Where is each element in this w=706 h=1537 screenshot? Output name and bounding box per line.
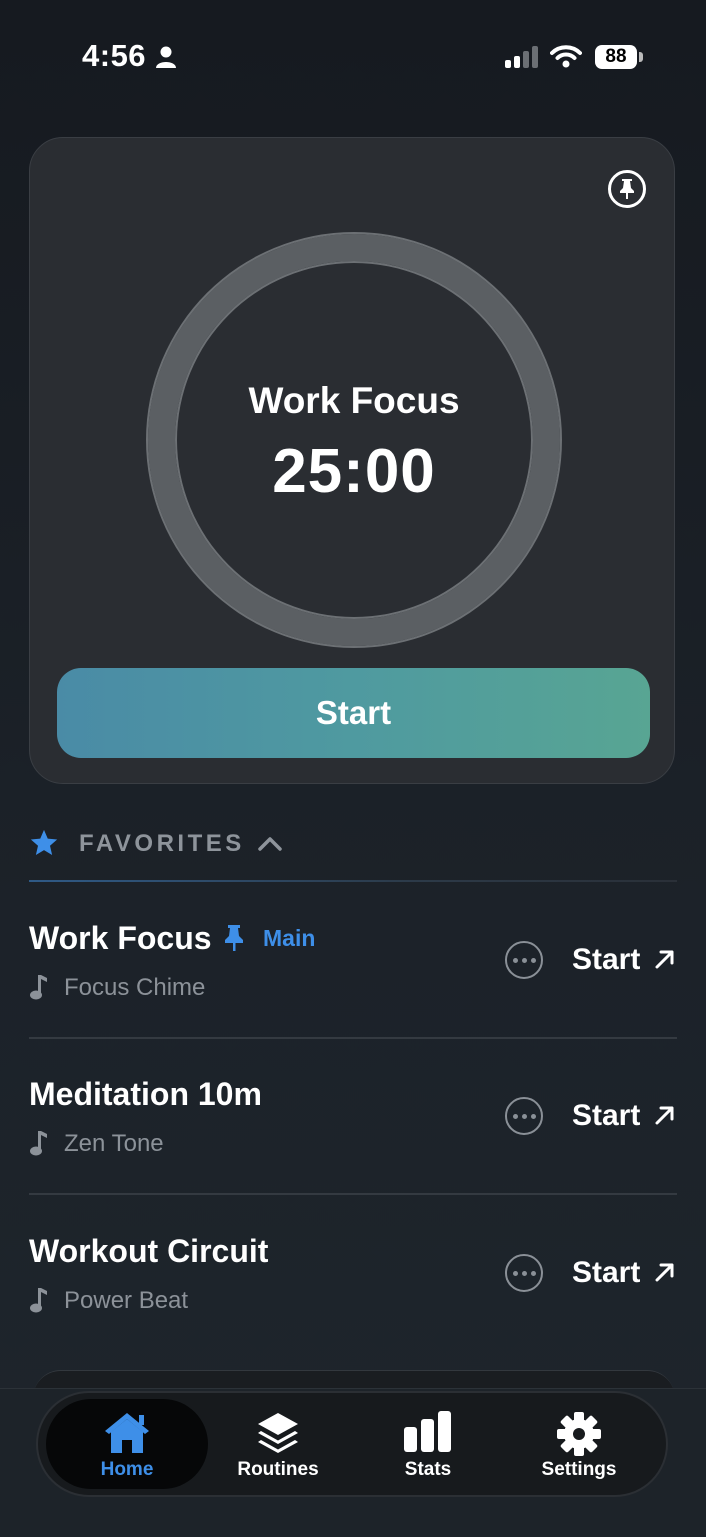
favorite-title: Meditation 10m [29, 1076, 262, 1112]
wifi-icon [550, 45, 582, 68]
more-options-button[interactable] [505, 1254, 543, 1292]
pin-icon [620, 179, 634, 199]
chevron-up-icon [258, 837, 282, 851]
music-note-icon [30, 1131, 47, 1156]
favorites-section-toggle[interactable]: FAVORITES [29, 826, 675, 866]
favorite-sound: Power Beat [29, 1287, 188, 1315]
favorite-sound: Zen Tone [29, 1130, 164, 1158]
person-icon [156, 46, 176, 68]
start-link[interactable]: Start [572, 1256, 640, 1290]
bar-chart-icon [404, 1411, 451, 1452]
favorite-title: Work Focus [29, 920, 212, 956]
sound-name: Zen Tone [64, 1130, 164, 1157]
favorite-row[interactable]: Meditation 10m Zen Tone Start [29, 1038, 677, 1194]
arrow-up-right-icon [655, 950, 674, 969]
layers-icon [258, 1413, 298, 1453]
timer-countdown: 25:00 [272, 437, 436, 506]
favorite-title: Workout Circuit [29, 1233, 269, 1269]
status-bar: 4:56 88 [0, 0, 706, 110]
tab-bar: Home Routines Stats Settings [36, 1391, 668, 1497]
tab-label: Settings [541, 1459, 617, 1480]
tab-label: Stats [404, 1459, 452, 1480]
pin-button[interactable] [608, 170, 646, 208]
timer-routine-name: Work Focus [248, 380, 460, 421]
more-options-button[interactable] [505, 1097, 543, 1135]
more-options-button[interactable] [505, 941, 543, 979]
battery-tip [639, 52, 643, 62]
tab-label: Routines [237, 1459, 319, 1480]
main-badge: Main [263, 925, 316, 951]
start-timer-button[interactable]: Start [57, 668, 650, 758]
cellular-signal-icon [505, 46, 538, 68]
favorite-row[interactable]: Workout Circuit Power Beat Start [29, 1195, 677, 1351]
music-note-icon [30, 1288, 47, 1313]
battery-indicator: 88 [595, 45, 637, 69]
tab-home[interactable]: Home [46, 1399, 208, 1489]
favorite-sound: Focus Chime [29, 974, 205, 1002]
sound-name: Power Beat [64, 1287, 189, 1314]
star-icon [30, 829, 58, 855]
tab-label: Home [100, 1459, 154, 1480]
timer-card: Work Focus 25:00 Start [29, 137, 675, 784]
tab-stats[interactable]: Stats [347, 1399, 509, 1489]
favorites-heading: FAVORITES [79, 830, 245, 857]
pinned-icon [225, 925, 243, 951]
gear-icon [557, 1412, 601, 1456]
start-link[interactable]: Start [572, 1099, 640, 1133]
house-icon [105, 1413, 149, 1453]
music-note-icon [30, 975, 47, 1000]
arrow-up-right-icon [655, 1106, 674, 1125]
arrow-up-right-icon [655, 1263, 674, 1282]
sound-name: Focus Chime [64, 974, 206, 1001]
tab-settings[interactable]: Settings [498, 1399, 660, 1489]
favorite-row[interactable]: Work Focus Main Focus Chime Start [29, 882, 677, 1038]
status-time: 4:56 [82, 38, 147, 73]
tab-routines[interactable]: Routines [197, 1399, 359, 1489]
start-link[interactable]: Start [572, 943, 640, 977]
